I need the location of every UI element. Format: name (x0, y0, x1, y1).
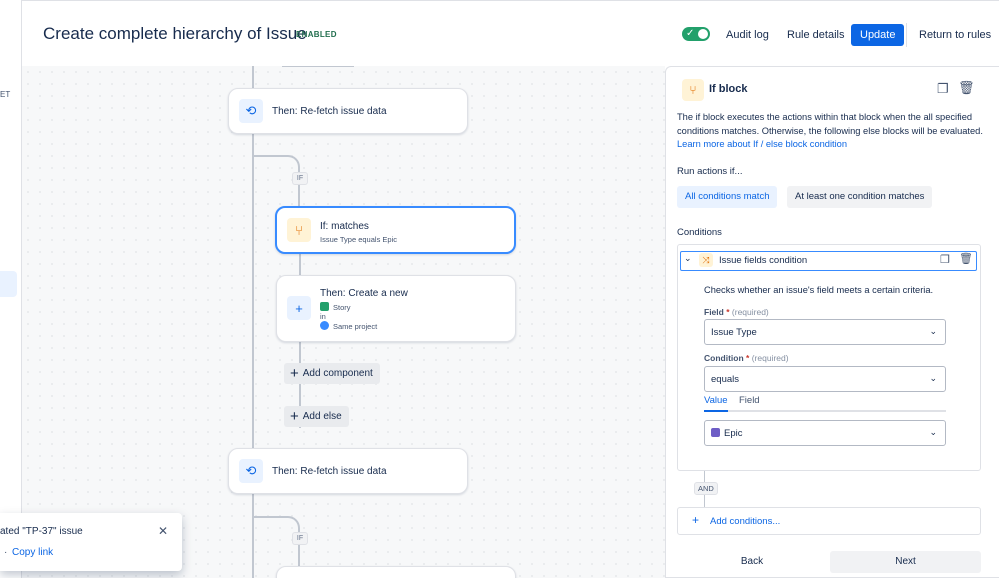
header-divider (906, 23, 907, 47)
status-badge: ENABLED (296, 30, 337, 39)
field-select-value: Issue Type (711, 327, 757, 338)
page-title: Create complete hierarchy of Issue (43, 24, 307, 43)
if-chip: IF (292, 172, 308, 185)
connector-line (252, 66, 254, 88)
sidebar-truncated-text: ET (0, 90, 11, 99)
next-button[interactable]: Next (830, 551, 981, 573)
update-button[interactable]: Update (851, 24, 905, 46)
field-select[interactable]: Issue Type ⌄ (704, 319, 946, 345)
tab-field[interactable]: Field (739, 395, 760, 406)
project-icon (320, 321, 329, 330)
copy-link[interactable]: Copy link (12, 547, 53, 558)
if-block-panel: ⑂ If block ❐ 🗑 The if block executes the… (665, 66, 999, 578)
trash-icon[interactable]: 🗑 (958, 80, 975, 96)
add-conditions-button[interactable]: + Add conditions... (677, 507, 981, 535)
condition-card-partial[interactable] (276, 566, 516, 578)
sidebar-selected-item[interactable] (0, 271, 17, 297)
toast-title: ated "TP-37" issue (0, 526, 83, 537)
run-actions-label: Run actions if... (677, 166, 743, 177)
in-label: in (320, 312, 326, 321)
audit-log-button[interactable]: Audit log (722, 24, 773, 46)
condition-select-value: equals (711, 374, 739, 385)
tab-value[interactable]: Value (704, 395, 728, 412)
refresh-icon: ⟲ (239, 459, 263, 483)
issue-type-line: Story (320, 302, 351, 312)
action-card-create-new[interactable]: + Then: Create a new Story in Same proje… (276, 275, 516, 342)
condition-card-if-matches[interactable]: ⑂ If: matches Issue Type equals Epic (275, 206, 516, 254)
condition-label: Condition * (required) (704, 353, 789, 363)
connector-line (282, 66, 354, 67)
add-conditions-label: Add conditions... (710, 516, 781, 527)
epic-icon (711, 428, 720, 437)
field-label: Field * (required) (704, 307, 769, 317)
trash-icon[interactable]: 🗑 (959, 252, 973, 265)
all-conditions-match-option[interactable]: All conditions match (677, 186, 778, 208)
add-else-button[interactable]: + Add else (284, 406, 349, 427)
value-select-value: Epic (711, 428, 742, 439)
plus-icon: + (287, 296, 311, 320)
chevron-down-icon: ⌄ (929, 373, 937, 383)
rule-header: Create complete hierarchy of Issue ENABL… (22, 0, 999, 66)
check-icon: ✓ (686, 28, 695, 39)
condition-item: ⌄ ⤨ Issue fields condition ❐ 🗑 Checks wh… (677, 244, 981, 471)
condition-title: Issue fields condition (719, 255, 808, 266)
connector-line (299, 252, 301, 276)
conditions-label: Conditions (677, 227, 722, 238)
toast-separator: · (4, 547, 8, 558)
return-to-rules-button[interactable]: Return to rules (915, 24, 995, 46)
condition-select[interactable]: equals ⌄ (704, 366, 946, 392)
action-card-refetch[interactable]: ⟲ Then: Re-fetch issue data (228, 88, 468, 134)
at-least-one-condition-option[interactable]: At least one condition matches (787, 186, 933, 208)
panel-description: The if block executes the actions within… (677, 112, 983, 149)
card-title: If: matches (320, 221, 369, 232)
card-title: Then: Re-fetch issue data (272, 106, 387, 117)
back-button[interactable]: Back (716, 551, 788, 573)
refresh-icon: ⟲ (239, 99, 263, 123)
plus-icon: + (692, 513, 700, 527)
chevron-down-icon[interactable]: ⌄ (684, 253, 692, 264)
plus-icon: + (290, 408, 299, 425)
branch-icon: ⑂ (287, 218, 311, 242)
if-chip: IF (292, 532, 308, 545)
chevron-down-icon: ⌄ (929, 326, 937, 336)
action-card-refetch[interactable]: ⟲ Then: Re-fetch issue data (228, 448, 468, 494)
learn-more-link[interactable]: Learn more about If / else block conditi… (677, 139, 847, 149)
rule-details-button[interactable]: Rule details (783, 24, 848, 46)
shuffle-icon: ⤨ (699, 253, 713, 267)
rule-enabled-toggle[interactable]: ✓ (682, 27, 710, 41)
condition-header[interactable]: ⌄ ⤨ Issue fields condition ❐ 🗑 (680, 251, 977, 271)
chevron-down-icon: ⌄ (929, 427, 937, 437)
story-icon (320, 302, 329, 311)
close-icon[interactable]: ✕ (158, 524, 168, 538)
duplicate-icon[interactable]: ❐ (940, 253, 950, 266)
and-chip: AND (694, 482, 718, 495)
project-line: Same project (320, 321, 377, 331)
add-component-button[interactable]: + Add component (284, 363, 380, 384)
toggle-knob (698, 29, 708, 39)
card-title: Then: Re-fetch issue data (272, 466, 387, 477)
left-sidebar-edge: ET (0, 0, 22, 578)
card-title: Then: Create a new (320, 288, 408, 299)
rule-canvas[interactable]: ⟲ Then: Re-fetch issue data IF ⑂ If: mat… (22, 66, 665, 578)
value-select[interactable]: Epic ⌄ (704, 420, 946, 446)
card-subtitle: Issue Type equals Epic (320, 235, 397, 244)
duplicate-icon[interactable]: ❐ (937, 81, 949, 97)
plus-icon: + (290, 365, 299, 382)
condition-description: Checks whether an issue's field meets a … (704, 285, 934, 295)
toast-notification: ated "TP-37" issue ✕ · Copy link (0, 513, 182, 571)
branch-icon: ⑂ (682, 79, 704, 101)
panel-title: If block (709, 83, 748, 95)
value-field-tabs: Value Field (704, 395, 946, 412)
